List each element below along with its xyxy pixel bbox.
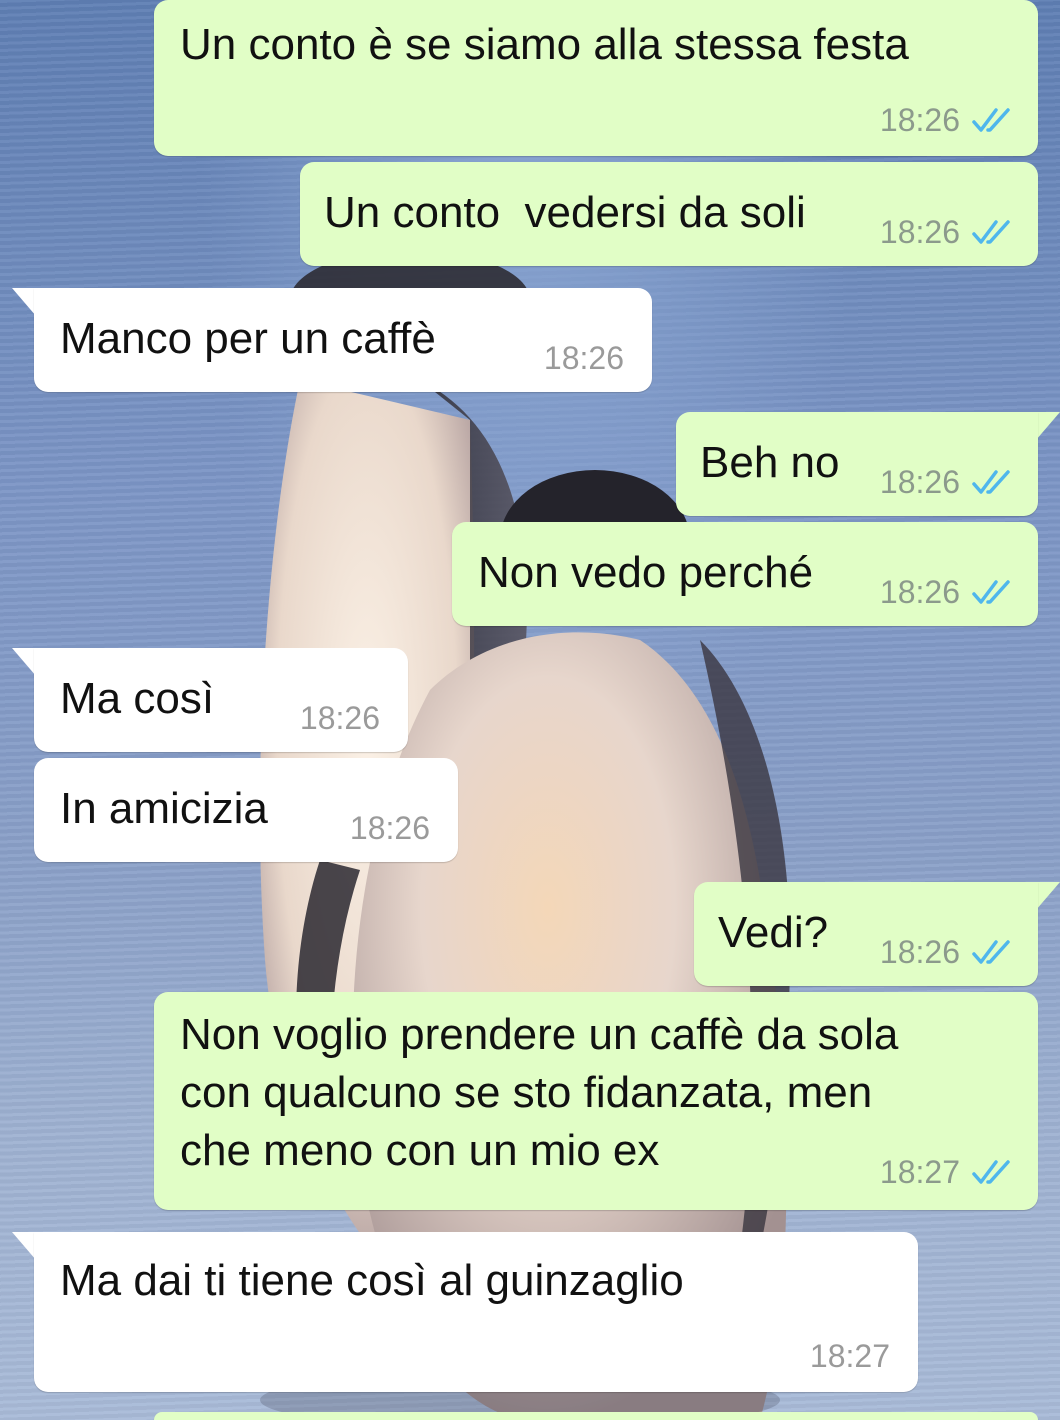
message-meta: 18:26	[880, 104, 1014, 136]
message-text: Ma così	[60, 674, 215, 723]
message-text: Un conto vedersi da soli	[324, 188, 806, 237]
message-text: Beh no	[700, 438, 840, 487]
outgoing-message[interactable]: Vedi? 18:26	[694, 882, 1038, 986]
message-meta: 18:26	[300, 702, 380, 734]
outgoing-message[interactable]: Non vedo perché 18:26	[452, 522, 1038, 626]
outgoing-message[interactable]: Un conto vedersi da soli 18:26	[300, 162, 1038, 266]
double-check-icon	[972, 220, 1010, 244]
double-check-icon	[972, 1160, 1010, 1184]
message-meta: 18:27	[810, 1340, 890, 1372]
outgoing-message-partial[interactable]	[154, 1412, 1038, 1420]
message-text: Vedi?	[718, 908, 829, 957]
bubble-tail	[12, 288, 36, 316]
message-time: 18:26	[879, 102, 960, 138]
message-text: Un conto è se siamo alla stessa festa	[180, 20, 909, 69]
message-meta: 18:26	[350, 812, 430, 844]
message-meta: 18:27	[880, 1156, 1014, 1188]
message-time: 18:26	[299, 700, 380, 736]
message-time: 18:26	[543, 340, 624, 376]
message-text: Manco per un caffè	[60, 314, 436, 363]
chat-message-list[interactable]: Un conto è se siamo alla stessa festa 18…	[0, 0, 1060, 1420]
bubble-tail	[12, 648, 36, 676]
message-meta: 18:26	[880, 466, 1014, 498]
bubble-tail	[1036, 412, 1060, 440]
double-check-icon	[972, 580, 1010, 604]
message-text: Ma dai ti tiene così al guinzaglio	[60, 1256, 684, 1305]
message-meta: 18:26	[880, 936, 1014, 968]
message-meta: 18:26	[544, 342, 624, 374]
message-text: In amicizia	[60, 784, 268, 833]
outgoing-message[interactable]: Beh no 18:26	[676, 412, 1038, 516]
message-text-line: con qualcuno se sto fidanzata, men	[180, 1068, 873, 1117]
double-check-icon	[972, 940, 1010, 964]
message-text-line: Non voglio prendere un caffè da sola	[180, 1010, 899, 1059]
message-meta: 18:26	[880, 576, 1014, 608]
incoming-message[interactable]: In amicizia 18:26	[34, 758, 458, 862]
message-time: 18:27	[809, 1338, 890, 1374]
double-check-icon	[972, 108, 1010, 132]
outgoing-message[interactable]: Non voglio prendere un caffè da sola con…	[154, 992, 1038, 1210]
outgoing-message[interactable]: Un conto è se siamo alla stessa festa 18…	[154, 0, 1038, 156]
message-text: Non vedo perché	[478, 548, 814, 597]
message-time: 18:26	[879, 214, 960, 250]
message-time: 18:26	[879, 464, 960, 500]
incoming-message[interactable]: Manco per un caffè 18:26	[34, 288, 652, 392]
double-check-icon	[972, 470, 1010, 494]
bubble-tail	[1036, 882, 1060, 910]
bubble-tail	[12, 1232, 36, 1260]
message-time: 18:26	[349, 810, 430, 846]
message-time: 18:26	[879, 574, 960, 610]
message-text-line: che meno con un mio ex	[180, 1126, 660, 1175]
message-time: 18:26	[879, 934, 960, 970]
message-time: 18:27	[879, 1154, 960, 1190]
incoming-message[interactable]: Ma dai ti tiene così al guinzaglio 18:27	[34, 1232, 918, 1392]
message-meta: 18:26	[880, 216, 1014, 248]
incoming-message[interactable]: Ma così 18:26	[34, 648, 408, 752]
